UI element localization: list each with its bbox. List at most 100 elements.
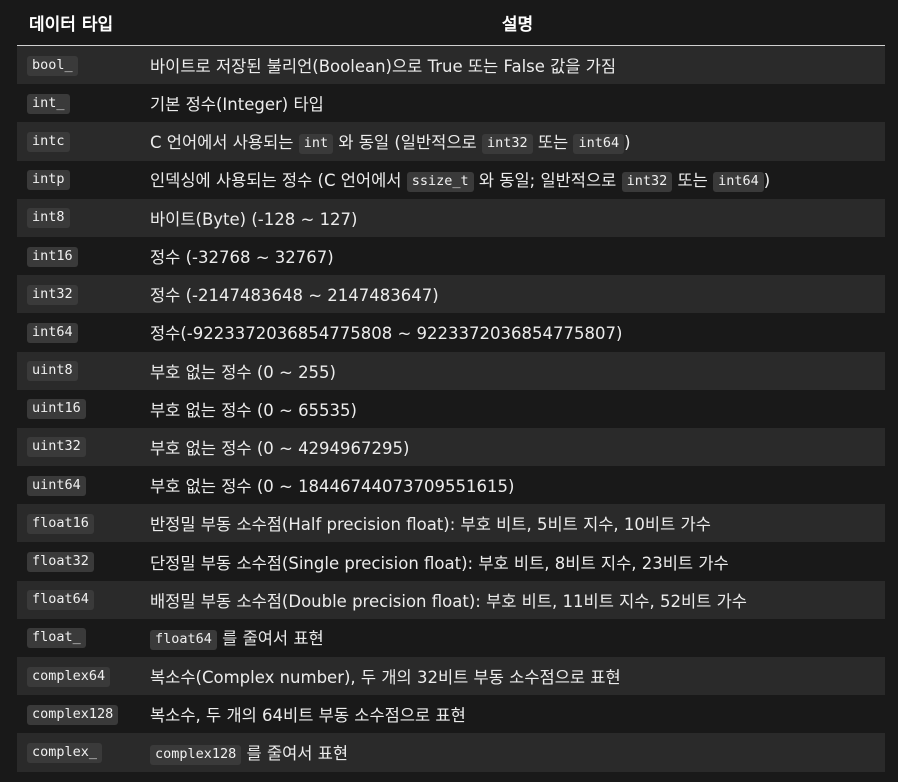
data-type-cell: complex_ bbox=[17, 733, 150, 772]
data-type-cell: float32 bbox=[17, 542, 150, 581]
description-cell: 정수 (-32768 ~ 32767) bbox=[150, 236, 885, 276]
data-type-cell: uint16 bbox=[17, 389, 150, 428]
data-type-code: intc bbox=[27, 131, 70, 152]
data-type-code: bool_ bbox=[27, 55, 78, 76]
data-type-code: uint8 bbox=[27, 361, 78, 382]
description-text: 기본 정수(Integer) 타입 bbox=[150, 95, 324, 115]
table-row: complex64 복소수(Complex number), 두 개의 32비트 … bbox=[17, 657, 885, 696]
data-type-cell: int64 bbox=[17, 313, 150, 352]
inline-code: int64 bbox=[573, 133, 625, 154]
table-row: intc C 언어에서 사용되는 int 와 동일 (일반적으로 int32 또는… bbox=[17, 122, 885, 161]
description-cell: 바이트(Byte) (-128 ~ 127) bbox=[150, 198, 885, 237]
inline-code: complex128 bbox=[150, 744, 242, 765]
description-text: ) bbox=[624, 132, 631, 152]
table-row: uint64 부호 없는 정수 (0 ~ 18446744073709551615… bbox=[17, 466, 885, 505]
description-cell: 바이트로 저장된 불리언(Boolean)으로 True 또는 False 값을… bbox=[150, 45, 885, 85]
table-row: int8 바이트(Byte) (-128 ~ 127) bbox=[17, 198, 885, 237]
description-text: 복소수(Complex number), 두 개의 32비트 부동 소수점으로 … bbox=[150, 668, 621, 688]
data-type-code: float64 bbox=[27, 590, 94, 611]
table-row: float16 반정밀 부동 소수점(Half precision float):… bbox=[17, 504, 885, 543]
data-type-cell: complex64 bbox=[17, 657, 150, 696]
description-cell: 반정밀 부동 소수점(Half precision float): 부호 비트,… bbox=[150, 504, 885, 543]
description-cell: C 언어에서 사용되는 int 와 동일 (일반적으로 int32 또는 int… bbox=[150, 122, 885, 161]
data-type-cell: uint32 bbox=[17, 427, 150, 467]
data-type-table: 데이터 타입 설명 bool_ 바이트로 저장된 불리언(Boolean)으로 T… bbox=[17, 0, 885, 772]
data-type-cell: bool_ bbox=[17, 45, 150, 85]
inline-code: float64 bbox=[150, 630, 217, 651]
description-text: 바이트로 저장된 불리언(Boolean)으로 True 또는 False 값을… bbox=[150, 57, 617, 77]
data-type-cell: float16 bbox=[17, 504, 150, 543]
data-type-cell: int32 bbox=[17, 275, 150, 314]
data-type-code: uint64 bbox=[27, 475, 86, 496]
inline-code: int32 bbox=[621, 172, 673, 193]
description-text: 인덱싱에 사용되는 정수 (C 언어에서 bbox=[150, 171, 407, 191]
description-text: 부호 없는 정수 (0 ~ 255) bbox=[150, 362, 336, 382]
data-type-code: uint16 bbox=[27, 399, 86, 420]
description-cell: 부호 없는 정수 (0 ~ 65535) bbox=[150, 389, 885, 428]
description-text: 정수 (-32768 ~ 32767) bbox=[150, 248, 334, 268]
data-type-code: int64 bbox=[27, 322, 78, 343]
data-type-cell: intc bbox=[17, 122, 150, 161]
description-text: 정수(-9223372036854775808 ~ 92233720368547… bbox=[150, 324, 623, 344]
data-type-cell: int16 bbox=[17, 236, 150, 276]
table-row: float64 배정밀 부동 소수점(Double precision float… bbox=[17, 580, 885, 619]
data-type-code: float32 bbox=[27, 552, 94, 573]
data-type-cell: int_ bbox=[17, 84, 150, 123]
data-type-code: float16 bbox=[27, 513, 94, 534]
inline-code: int bbox=[298, 133, 334, 154]
data-type-cell: float64 bbox=[17, 580, 150, 619]
table-row: int64 정수(-9223372036854775808 ~ 922337203… bbox=[17, 313, 885, 352]
inline-code: ssize_t bbox=[406, 172, 474, 193]
description-cell: 복소수, 두 개의 64비트 부동 소수점으로 표현 bbox=[150, 695, 885, 734]
description-text: 부호 없는 정수 (0 ~ 65535) bbox=[150, 400, 357, 420]
data-type-cell: uint8 bbox=[17, 351, 150, 390]
description-cell: 부호 없는 정수 (0 ~ 4294967295) bbox=[150, 427, 885, 467]
table-header-row: 데이터 타입 설명 bbox=[17, 0, 885, 46]
description-text: 를 줄여서 표현 bbox=[216, 629, 324, 649]
description-text: 반정밀 부동 소수점(Half precision float): 부호 비트,… bbox=[150, 515, 711, 535]
description-cell: 정수 (-2147483648 ~ 2147483647) bbox=[150, 275, 885, 314]
data-type-cell: float_ bbox=[17, 618, 150, 657]
data-type-cell: int8 bbox=[17, 198, 150, 237]
description-cell: 복소수(Complex number), 두 개의 32비트 부동 소수점으로 … bbox=[150, 657, 885, 696]
description-cell: 배정밀 부동 소수점(Double precision float): 부호 비… bbox=[150, 580, 885, 619]
description-text: 단정밀 부동 소수점(Single precision float): 부호 비… bbox=[150, 553, 729, 573]
description-text: 와 동일 (일반적으로 bbox=[333, 132, 482, 152]
table-row: float32 단정밀 부동 소수점(Single precision float… bbox=[17, 542, 885, 581]
table-row: int16 정수 (-32768 ~ 32767) bbox=[17, 236, 885, 276]
description-text: 부호 없는 정수 (0 ~ 4294967295) bbox=[150, 438, 410, 458]
description-cell: 인덱싱에 사용되는 정수 (C 언어에서 ssize_t 와 동일; 일반적으로… bbox=[150, 160, 885, 199]
description-cell: 부호 없는 정수 (0 ~ 18446744073709551615) bbox=[150, 466, 885, 505]
description-text: C 언어에서 사용되는 bbox=[150, 132, 299, 152]
table-row: uint32 부호 없는 정수 (0 ~ 4294967295) bbox=[17, 427, 885, 467]
data-type-cell: uint64 bbox=[17, 466, 150, 505]
description-text: ) bbox=[763, 171, 771, 191]
description-text: 배정밀 부동 소수점(Double precision float): 부호 비… bbox=[150, 591, 747, 611]
description-text: 복소수, 두 개의 64비트 부동 소수점으로 표현 bbox=[150, 706, 466, 726]
table-row: uint8 부호 없는 정수 (0 ~ 255) bbox=[17, 351, 885, 390]
header-description: 설명 bbox=[150, 0, 885, 46]
document-page: 데이터 타입 설명 bool_ 바이트로 저장된 불리언(Boolean)으로 T… bbox=[0, 0, 898, 782]
data-type-code: complex64 bbox=[27, 666, 111, 687]
description-cell: 기본 정수(Integer) 타입 bbox=[150, 84, 885, 123]
description-cell: complex128 를 줄여서 표현 bbox=[150, 733, 885, 772]
data-type-cell: intp bbox=[17, 160, 150, 199]
description-text: 를 줄여서 표현 bbox=[241, 743, 349, 763]
table-row: complex_ complex128 를 줄여서 표현 bbox=[17, 733, 885, 772]
description-text: 바이트(Byte) (-128 ~ 127) bbox=[150, 209, 358, 229]
description-text: 와 동일; 일반적으로 bbox=[473, 171, 622, 191]
data-type-code: int32 bbox=[27, 284, 78, 305]
inline-code: int32 bbox=[481, 133, 533, 154]
header-data-type: 데이터 타입 bbox=[17, 0, 150, 46]
description-text: 또는 bbox=[672, 171, 714, 191]
data-type-code: complex128 bbox=[27, 704, 119, 725]
data-type-code: int_ bbox=[27, 93, 70, 114]
data-type-cell: complex128 bbox=[17, 695, 150, 734]
description-text: 부호 없는 정수 (0 ~ 18446744073709551615) bbox=[150, 477, 515, 497]
table-row: bool_ 바이트로 저장된 불리언(Boolean)으로 True 또는 Fal… bbox=[17, 45, 885, 85]
table-row: float_ float64 를 줄여서 표현 bbox=[17, 618, 885, 657]
inline-code: int64 bbox=[713, 172, 764, 193]
description-cell: 정수(-9223372036854775808 ~ 92233720368547… bbox=[150, 313, 885, 352]
description-text: 정수 (-2147483648 ~ 2147483647) bbox=[150, 286, 439, 306]
data-type-code: complex_ bbox=[27, 742, 103, 763]
